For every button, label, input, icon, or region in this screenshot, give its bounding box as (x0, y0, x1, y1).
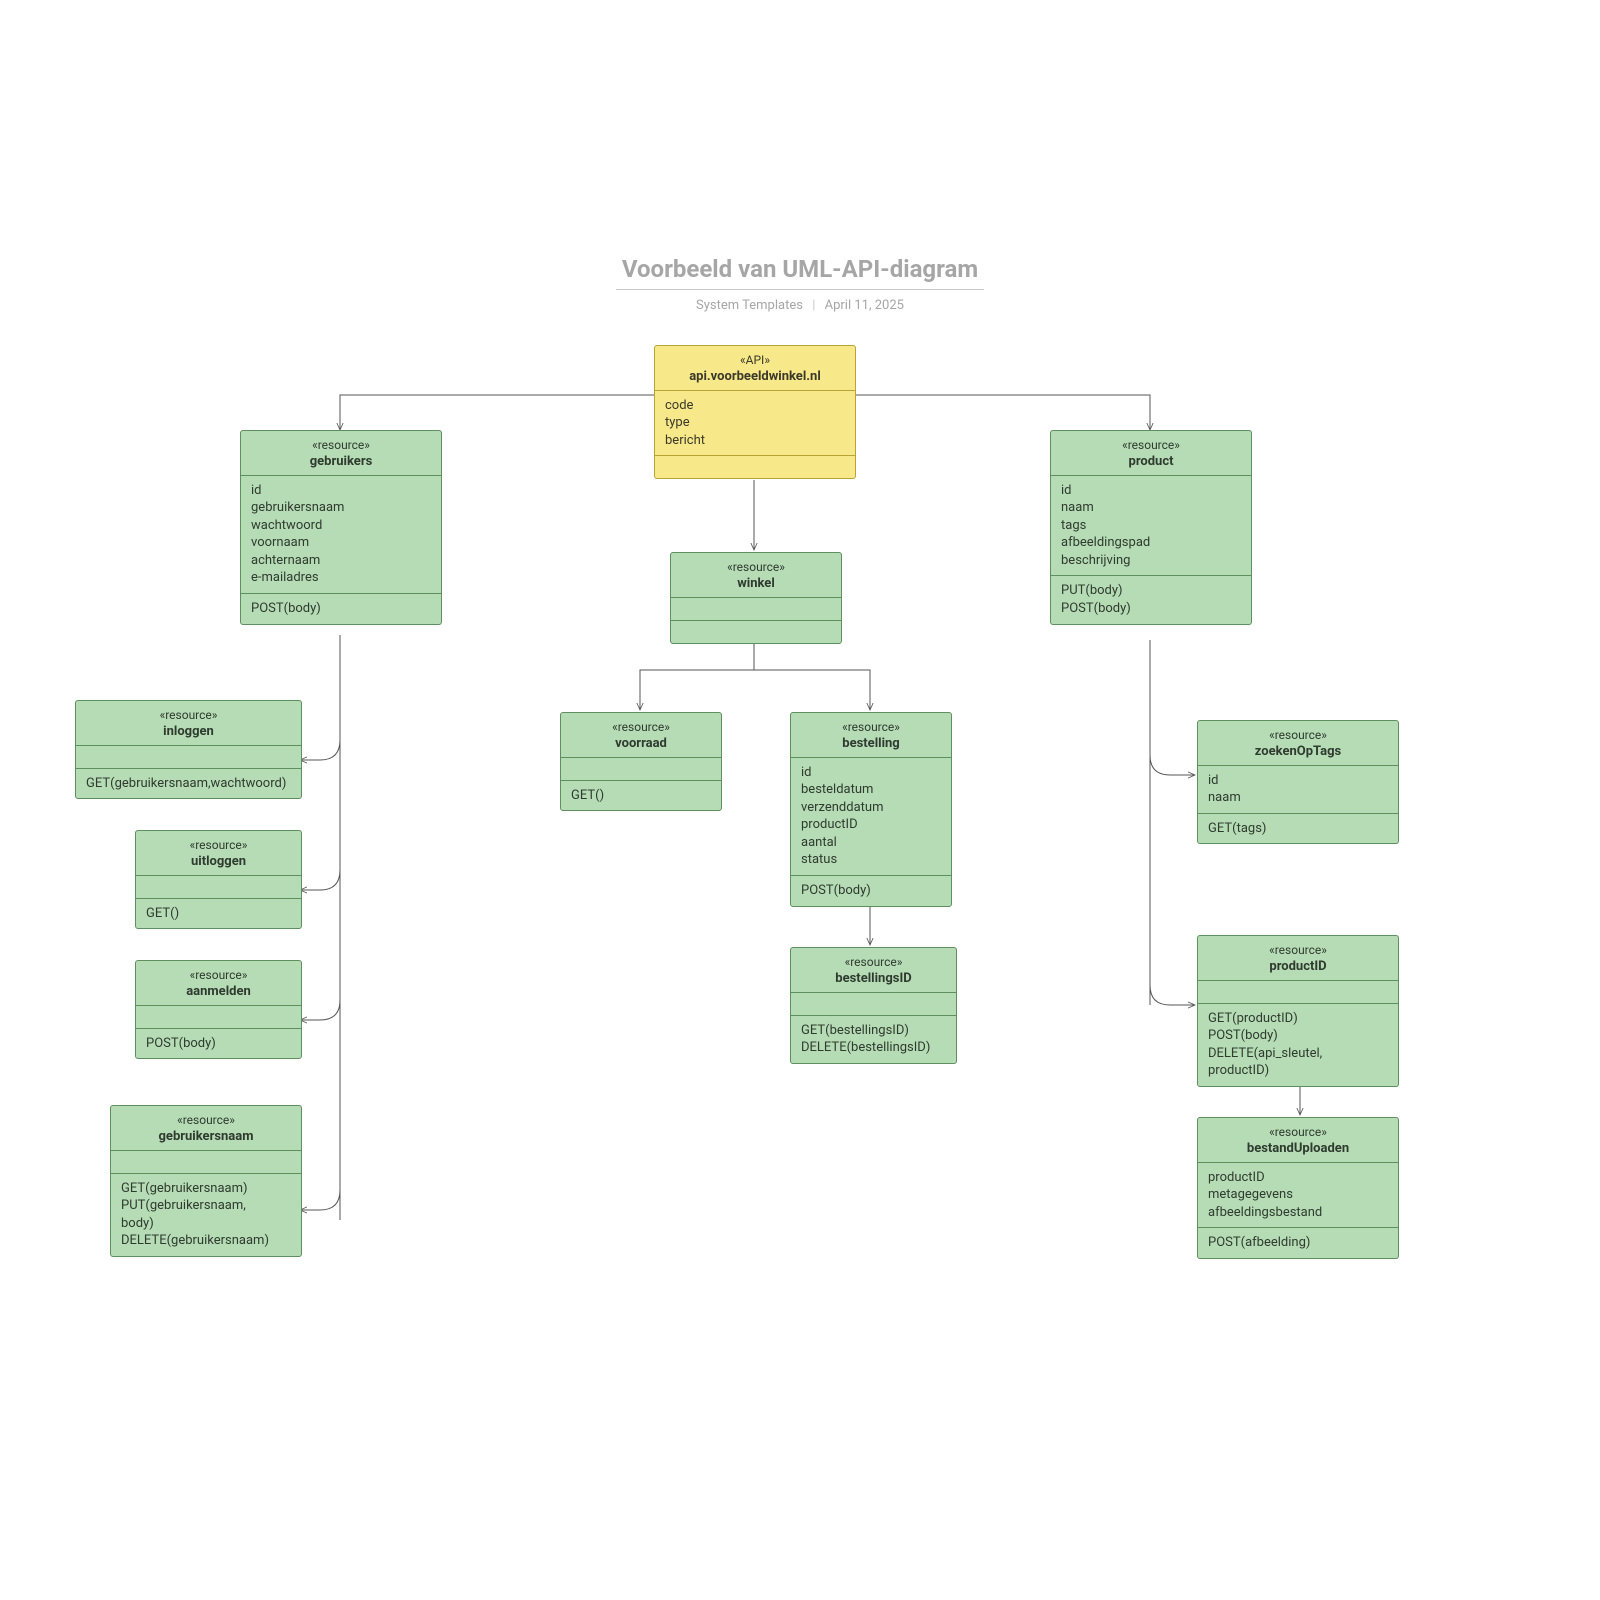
node-name: bestellingsID (799, 970, 948, 988)
node-name: voorraad (569, 735, 713, 753)
author-label: System Templates (696, 298, 803, 313)
stereotype: «resource» (1059, 437, 1243, 453)
attrs (76, 746, 301, 769)
stereotype: «resource» (799, 719, 943, 735)
ops: POST(afbeelding) (1198, 1228, 1398, 1258)
stereotype: «resource» (1206, 727, 1390, 743)
attrs: code type bericht (655, 391, 855, 457)
ops: GET(gebruikersnaam) PUT(gebruikersnaam, … (111, 1174, 301, 1256)
attrs (136, 1006, 301, 1029)
ops: GET(tags) (1198, 814, 1398, 844)
stereotype: «resource» (144, 837, 293, 853)
node-name: bestelling (799, 735, 943, 753)
node-voorraad: «resource» voorraad GET() (560, 712, 722, 811)
node-zoekenOpTags: «resource» zoekenOpTags id naam GET(tags… (1197, 720, 1399, 844)
ops: POST(body) (791, 876, 951, 906)
node-name: winkel (679, 575, 833, 593)
ops: POST(body) (241, 594, 441, 624)
attrs: id besteldatum verzenddatum productID aa… (791, 758, 951, 876)
node-gebruikers: «resource» gebruikers id gebruikersnaam … (240, 430, 442, 625)
node-name: bestandUploaden (1206, 1140, 1390, 1158)
attrs: productID metagegevens afbeeldingsbestan… (1198, 1163, 1398, 1229)
ops: GET(productID) POST(body) DELETE(api_sle… (1198, 1004, 1398, 1086)
attrs: id naam tags afbeeldingspad beschrijving (1051, 476, 1251, 577)
attrs (671, 598, 841, 621)
stereotype: «API» (663, 352, 847, 368)
date-label: April 11, 2025 (825, 298, 904, 313)
stereotype: «resource» (144, 967, 293, 983)
node-winkel: «resource» winkel (670, 552, 842, 644)
ops (655, 456, 855, 478)
stereotype: «resource» (119, 1112, 293, 1128)
node-name: product (1059, 453, 1243, 471)
node-name: inloggen (84, 723, 293, 741)
title-block: Voorbeeld van UML-API-diagram System Tem… (0, 255, 1600, 313)
attrs (561, 758, 721, 781)
node-inloggen: «resource» inloggen GET(gebruikersnaam,w… (75, 700, 302, 799)
diagram-canvas: Voorbeeld van UML-API-diagram System Tem… (0, 0, 1600, 1600)
attrs (136, 876, 301, 899)
node-name: uitloggen (144, 853, 293, 871)
node-product: «resource» product id naam tags afbeeldi… (1050, 430, 1252, 625)
ops: GET(gebruikersnaam,wachtwoord) (76, 769, 301, 799)
ops: GET(bestellingsID) DELETE(bestellingsID) (791, 1016, 956, 1063)
ops: PUT(body) POST(body) (1051, 576, 1251, 623)
node-name: gebruikersnaam (119, 1128, 293, 1146)
attrs: id naam (1198, 766, 1398, 814)
stereotype: «resource» (799, 954, 948, 970)
node-productID: «resource» productID GET(productID) POST… (1197, 935, 1399, 1087)
page-title: Voorbeeld van UML-API-diagram (616, 255, 984, 290)
stereotype: «resource» (1206, 942, 1390, 958)
attrs (1198, 981, 1398, 1004)
node-uitloggen: «resource» uitloggen GET() (135, 830, 302, 929)
node-name: zoekenOpTags (1206, 743, 1390, 761)
ops: GET() (561, 781, 721, 811)
node-bestellingsID: «resource» bestellingsID GET(bestellings… (790, 947, 957, 1064)
node-aanmelden: «resource» aanmelden POST(body) (135, 960, 302, 1059)
stereotype: «resource» (84, 707, 293, 723)
page-subtitle: System Templates | April 11, 2025 (0, 298, 1600, 313)
attrs (111, 1151, 301, 1174)
stereotype: «resource» (679, 559, 833, 575)
ops: POST(body) (136, 1029, 301, 1059)
subtitle-separator: | (812, 298, 815, 313)
node-name: aanmelden (144, 983, 293, 1001)
node-name: gebruikers (249, 453, 433, 471)
ops (671, 621, 841, 643)
attrs: id gebruikersnaam wachtwoord voornaam ac… (241, 476, 441, 594)
stereotype: «resource» (249, 437, 433, 453)
stereotype: «resource» (1206, 1124, 1390, 1140)
attrs (791, 993, 956, 1016)
node-bestandUploaden: «resource» bestandUploaden productID met… (1197, 1117, 1399, 1259)
stereotype: «resource» (569, 719, 713, 735)
node-gebruikersnaam: «resource» gebruikersnaam GET(gebruikers… (110, 1105, 302, 1257)
node-bestelling: «resource» bestelling id besteldatum ver… (790, 712, 952, 907)
node-name: api.voorbeeldwinkel.nl (663, 368, 847, 386)
node-api: «API» api.voorbeeldwinkel.nl code type b… (654, 345, 856, 479)
node-name: productID (1206, 958, 1390, 976)
ops: GET() (136, 899, 301, 929)
